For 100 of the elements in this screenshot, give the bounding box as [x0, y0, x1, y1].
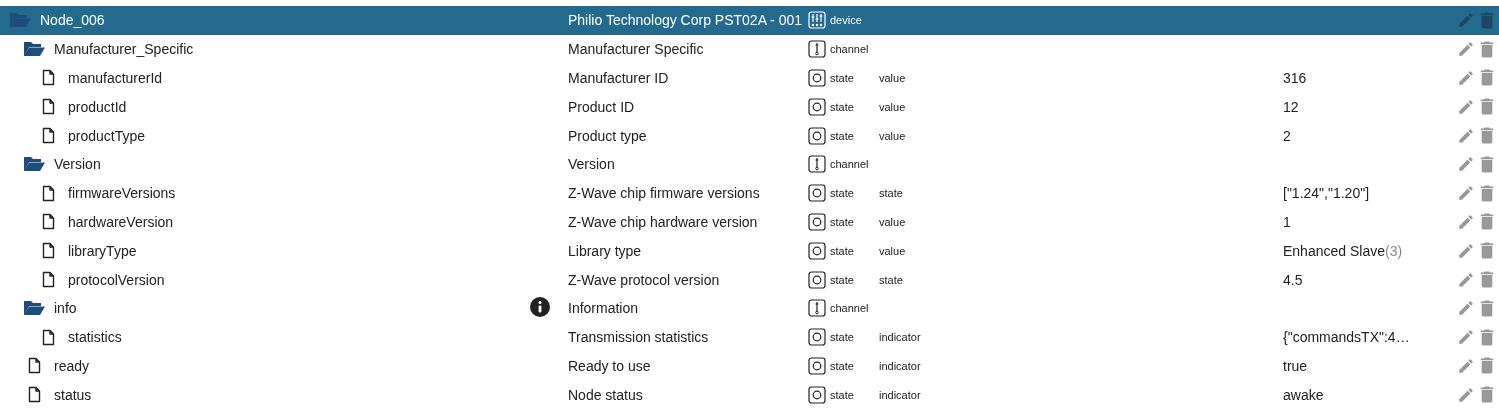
object-role: indicator	[879, 359, 922, 372]
object-id: manufacturerId	[68, 70, 163, 86]
object-value: ["1.24","1.20"]	[1283, 185, 1370, 202]
object-name: Z-Wave chip hardware version	[568, 213, 759, 230]
object-role: state	[879, 187, 904, 200]
delete-icon[interactable]	[1479, 154, 1495, 174]
object-name: Information	[568, 300, 640, 317]
object-value: 1	[1283, 213, 1291, 230]
object-type: state	[830, 72, 854, 84]
object-name: Z-Wave protocol version	[568, 271, 721, 288]
edit-icon[interactable]	[1457, 69, 1475, 87]
edit-icon[interactable]	[1457, 11, 1475, 30]
edit-icon[interactable]	[1457, 241, 1475, 260]
object-value: 4.5	[1283, 271, 1303, 288]
edit-icon[interactable]	[1457, 385, 1475, 404]
file-icon	[41, 98, 55, 116]
delete-icon[interactable]	[1479, 327, 1495, 347]
delete-icon[interactable]	[1479, 39, 1495, 59]
object-role: value	[879, 72, 907, 84]
object-value: 316	[1283, 70, 1307, 86]
object-type: state	[830, 100, 854, 113]
file-icon	[41, 127, 55, 145]
object-name: Manufacturer Specific	[568, 41, 705, 58]
edit-icon[interactable]	[1457, 212, 1475, 231]
object-role: value	[879, 244, 907, 257]
file-icon	[41, 184, 55, 202]
delete-icon[interactable]	[1479, 298, 1495, 318]
object-type: state	[830, 359, 854, 372]
object-name: Philio Technology Corp PST02A - 001	[568, 12, 803, 29]
sliders-icon	[808, 11, 826, 30]
edit-icon[interactable]	[1457, 270, 1475, 289]
object-type: state	[830, 129, 854, 142]
object-id: firmwareVersions	[68, 185, 176, 202]
delete-icon[interactable]	[1479, 97, 1495, 117]
object-type: state	[830, 187, 854, 200]
object-role: state	[879, 273, 904, 286]
file-icon	[27, 386, 41, 404]
object-name: Manufacturer ID	[568, 70, 670, 86]
object-type: channel	[830, 158, 869, 171]
delete-icon[interactable]	[1479, 241, 1495, 261]
pin-icon	[808, 40, 826, 59]
object-role: indicator	[879, 388, 922, 401]
file-icon	[41, 242, 55, 260]
file-icon	[41, 213, 55, 231]
file-icon	[41, 271, 55, 289]
object-id: ready	[54, 357, 90, 374]
object-value: 12	[1283, 98, 1299, 115]
object-value: true	[1283, 357, 1308, 374]
object-type: state	[830, 331, 854, 344]
object-value: Enhanced Slave(3)	[1283, 242, 1403, 259]
file-icon	[41, 328, 55, 346]
delete-icon[interactable]	[1479, 356, 1495, 376]
delete-icon[interactable]	[1479, 68, 1495, 88]
delete-icon[interactable]	[1479, 10, 1495, 30]
info-icon[interactable]	[530, 296, 550, 317]
edit-icon[interactable]	[1457, 184, 1475, 203]
edit-icon[interactable]	[1457, 97, 1475, 116]
object-name: Product ID	[568, 98, 636, 115]
delete-icon[interactable]	[1479, 126, 1495, 146]
edit-icon[interactable]	[1457, 155, 1475, 174]
edit-icon[interactable]	[1457, 299, 1475, 318]
delete-icon[interactable]	[1479, 385, 1495, 405]
object-role: indicator	[879, 331, 922, 344]
delete-icon[interactable]	[1479, 212, 1495, 232]
object-type: device	[830, 14, 862, 27]
object-id: Manufacturer_Specific	[54, 41, 194, 58]
object-name: Node status	[568, 386, 644, 403]
edit-icon[interactable]	[1457, 328, 1475, 347]
edit-icon[interactable]	[1457, 356, 1475, 375]
open-folder-icon[interactable]	[23, 41, 45, 58]
object-type: channel	[830, 302, 869, 315]
object-id: productId	[68, 98, 127, 115]
object-type: state	[830, 215, 854, 228]
pin-icon	[808, 299, 826, 318]
delete-icon[interactable]	[1479, 270, 1495, 290]
object-name: Transmission statistics	[568, 329, 710, 346]
object-id: status	[54, 386, 92, 403]
tree-row[interactable]: Node_006 Philio Technology Corp PST02A - 001 device	[0, 6, 1499, 35]
object-value: {"commandsTX":4…	[1283, 329, 1410, 346]
object-id: Version	[54, 156, 101, 173]
file-icon	[41, 69, 55, 87]
object-type: state	[830, 388, 854, 401]
object-value: 2	[1283, 127, 1291, 144]
delete-icon[interactable]	[1479, 183, 1495, 203]
file-icon	[27, 357, 41, 375]
object-name: Version	[568, 156, 616, 173]
edit-icon[interactable]	[1457, 40, 1475, 59]
object-id: info	[54, 300, 77, 317]
object-id: hardwareVersion	[68, 213, 174, 230]
object-id: Node_006	[40, 12, 105, 29]
object-id: productType	[68, 127, 146, 144]
open-folder-icon[interactable]	[23, 156, 45, 173]
object-name: Library type	[568, 242, 643, 259]
edit-icon[interactable]	[1457, 126, 1475, 145]
object-id: protocolVersion	[68, 271, 165, 288]
object-role: value	[879, 215, 907, 228]
open-folder-icon[interactable]	[23, 300, 45, 317]
object-type: channel	[830, 43, 869, 56]
object-type: state	[830, 273, 854, 286]
object-role: value	[879, 100, 907, 113]
